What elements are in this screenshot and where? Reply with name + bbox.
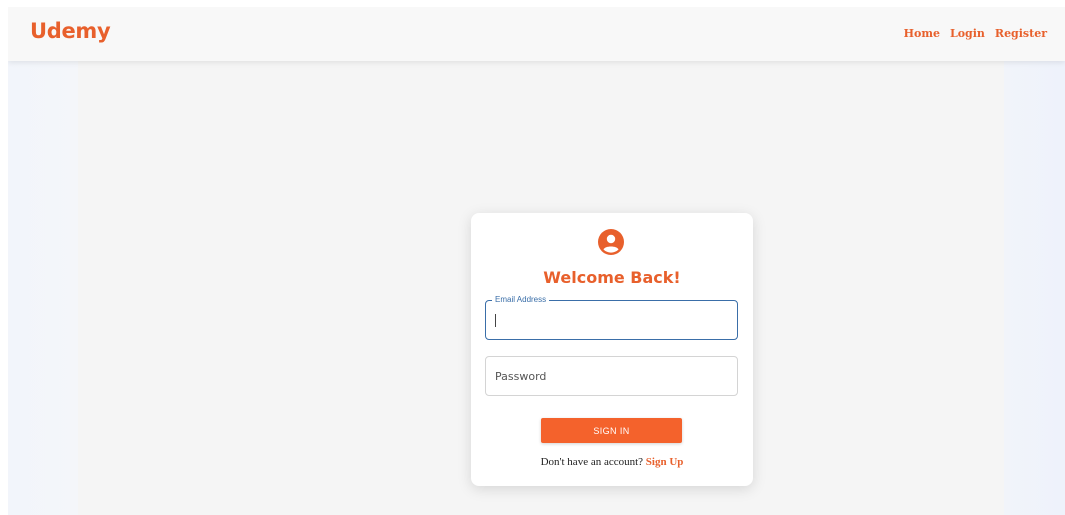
nav-link-home[interactable]: Home bbox=[904, 27, 940, 40]
page-frame: Udemy Home Login Register Welcome Back! … bbox=[8, 7, 1065, 515]
main-content: Welcome Back! Email Address SIGN IN Don'… bbox=[78, 61, 1004, 515]
card-title: Welcome Back! bbox=[543, 268, 681, 287]
top-navbar: Udemy Home Login Register bbox=[8, 7, 1065, 61]
brand-logo[interactable]: Udemy bbox=[30, 19, 111, 43]
sign-up-link[interactable]: Sign Up bbox=[646, 456, 684, 468]
password-field-wrapper bbox=[485, 356, 738, 396]
text-caret bbox=[495, 314, 496, 327]
sign-in-button[interactable]: SIGN IN bbox=[541, 418, 682, 443]
signup-prompt-row: Don't have an account? Sign Up bbox=[471, 456, 753, 468]
nav-links: Home Login Register bbox=[904, 27, 1047, 40]
nav-link-login[interactable]: Login bbox=[950, 27, 985, 40]
email-field[interactable] bbox=[486, 301, 737, 339]
nav-link-register[interactable]: Register bbox=[995, 27, 1047, 40]
user-circle-icon bbox=[598, 229, 624, 255]
login-card: Welcome Back! Email Address SIGN IN Don'… bbox=[471, 213, 753, 486]
signup-prompt-text: Don't have an account? bbox=[540, 456, 644, 468]
password-field[interactable] bbox=[486, 357, 737, 395]
email-field-wrapper: Email Address bbox=[485, 295, 738, 340]
